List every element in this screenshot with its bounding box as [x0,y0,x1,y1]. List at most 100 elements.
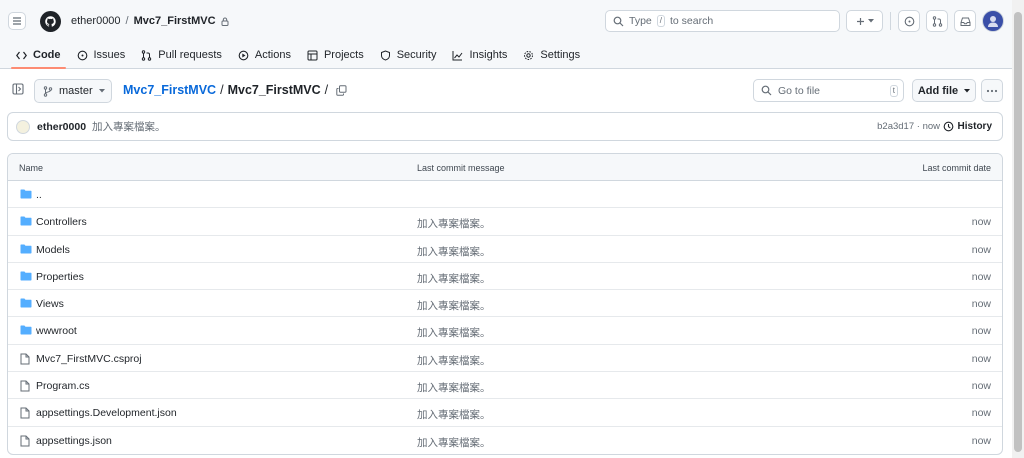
issue-icon [904,16,914,26]
menu-button[interactable] [8,12,26,30]
file-row[interactable]: .. [8,181,1002,209]
path-root-link[interactable]: Mvc7_FirstMVC [123,83,216,97]
row-icon [20,189,32,202]
code-icon [16,51,27,59]
file-table-body: .. Controllers 加入專案檔案。 now Models 加入專案檔案。 now P… [8,181,1002,454]
more-options-button[interactable] [981,79,1003,102]
path-current-folder: Mvc7_FirstMVC [227,83,321,97]
tab-security[interactable]: Security [372,49,445,68]
search-icon [613,16,624,26]
folder-icon [20,189,32,199]
tab-settings[interactable]: Settings [515,49,588,68]
issue-icon [77,50,87,60]
tab-label: Projects [323,49,364,61]
file-name-link[interactable]: Models [36,244,70,256]
issues-button[interactable] [898,10,920,32]
history-button[interactable]: History [943,121,992,132]
row-commit-date: now [971,325,991,338]
table-icon [307,50,318,60]
file-row[interactable]: Program.cs 加入專案檔案。 now [8,372,1002,400]
global-search-input[interactable]: Type / to search [605,10,840,32]
commit-message[interactable]: 加入專案檔案。 [92,119,166,134]
file-name-link[interactable]: Mvc7_FirstMVC.csproj [36,353,142,365]
go-to-file-input[interactable]: Go to file t [753,79,904,102]
user-avatar[interactable] [982,10,1004,32]
commit-hash-time[interactable]: b2a3d17 · now [877,121,940,132]
file-name-link[interactable]: Views [36,298,64,310]
tab-pull-requests[interactable]: Pull requests [133,49,230,68]
add-file-button[interactable]: Add file [912,79,976,102]
commit-author[interactable]: ether0000 [37,121,86,133]
tab-label: Actions [254,49,291,61]
row-commit-message[interactable]: 加入專案檔案。 [417,271,491,286]
hamburger-icon [13,17,21,25]
tab-label: Code [33,49,61,61]
file-row[interactable]: Properties 加入專案檔案。 now [8,263,1002,291]
file-row[interactable]: Models 加入專案檔案。 now [8,236,1002,263]
tab-code[interactable]: Code [8,49,69,69]
repo-breadcrumb: ether0000 / Mvc7_FirstMVC [71,15,229,27]
tab-issues[interactable]: Issues [69,49,134,68]
file-row[interactable]: appsettings.Development.json 加入專案檔案。 now [8,399,1002,427]
inbox-icon [960,17,970,26]
file-name-link[interactable]: wwwroot [36,325,77,337]
row-commit-message[interactable]: 加入專案檔案。 [417,353,491,368]
github-logo-icon[interactable] [40,10,61,32]
tab-insights[interactable]: Insights [444,49,515,68]
tab-actions[interactable]: Actions [230,49,299,68]
file-row[interactable]: Mvc7_FirstMVC.csproj 加入專案檔案。 now [8,345,1002,373]
file-icon [20,353,30,365]
file-row[interactable]: Views 加入專案檔案。 now [8,290,1002,318]
page-scrollbar[interactable] [1012,0,1024,458]
row-icon [20,244,32,257]
repo-link[interactable]: Mvc7_FirstMVC [134,15,216,27]
column-header-name: Name [19,163,44,173]
row-icon [20,407,30,422]
copy-icon[interactable] [336,84,347,96]
branch-selector[interactable]: master [34,79,112,103]
inbox-button[interactable] [954,10,976,32]
scrollbar-thumb[interactable] [1014,12,1022,452]
caret-down-icon [98,89,105,93]
file-name-link[interactable]: Program.cs [36,380,90,392]
row-commit-message[interactable]: 加入專案檔案。 [417,298,491,313]
search-icon [761,85,772,96]
avatar-image-icon [988,16,998,27]
row-commit-date: now [971,380,991,393]
row-commit-date: now [971,407,991,420]
folder-icon [20,271,32,281]
file-name-link[interactable]: appsettings.Development.json [36,407,177,419]
row-commit-message[interactable]: 加入專案檔案。 [417,244,491,259]
file-icon [20,380,30,392]
tab-label: Issues [93,49,126,61]
pull-requests-button[interactable] [926,10,948,32]
row-commit-message[interactable]: 加入專案檔案。 [417,216,491,231]
sidebar-toggle[interactable] [12,83,24,98]
row-commit-message[interactable]: 加入專案檔案。 [417,407,491,422]
column-header-message: Last commit message [417,163,505,173]
caret-down-icon [964,88,971,92]
row-commit-message[interactable]: 加入專案檔案。 [417,325,491,340]
folder-icon [20,244,32,254]
file-name-link[interactable]: appsettings.json [36,435,112,447]
commit-author-avatar[interactable] [16,119,30,134]
owner-link[interactable]: ether0000 [71,15,121,27]
pull-request-icon [932,15,942,27]
row-commit-date: now [971,298,991,311]
file-name-link[interactable]: Properties [36,271,84,283]
row-commit-message[interactable]: 加入專案檔案。 [417,435,491,450]
create-new-button[interactable] [846,10,883,32]
tab-label: Security [396,49,437,61]
file-row[interactable]: appsettings.json 加入專案檔案。 now [8,427,1002,454]
file-row[interactable]: Controllers 加入專案檔案。 now [8,208,1002,236]
file-row[interactable]: wwwroot 加入專案檔案。 now [8,317,1002,345]
row-commit-date: now [971,216,991,229]
global-header: ether0000 / Mvc7_FirstMVC Type / to sear… [0,0,1024,42]
add-file-label: Add file [917,84,959,97]
tab-projects[interactable]: Projects [299,49,372,68]
row-commit-message[interactable]: 加入專案檔案。 [417,380,491,395]
file-name-link[interactable]: Controllers [36,216,87,228]
lock-icon [221,17,229,26]
latest-commit-bar: ether0000 加入專案檔案。 b2a3d17 · now History [7,112,1003,141]
file-name-link[interactable]: .. [36,189,42,201]
